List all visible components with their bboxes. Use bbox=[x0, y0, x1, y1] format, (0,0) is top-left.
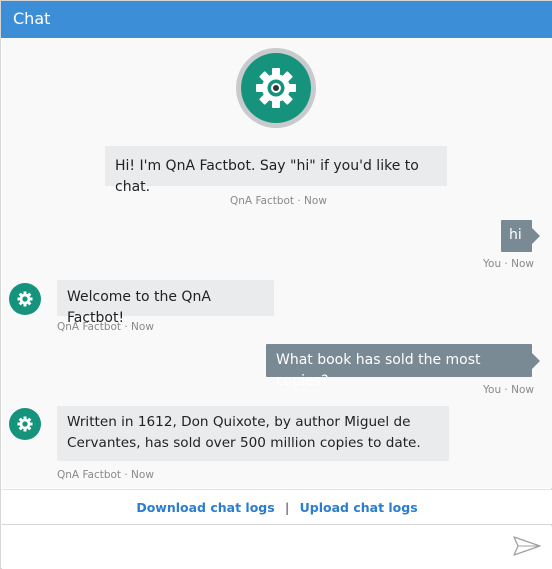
send-icon bbox=[513, 536, 541, 556]
message-text-line: Written in 1612, Don Quixote, by author … bbox=[67, 414, 411, 430]
message-meta: You · Now bbox=[483, 384, 534, 396]
bot-avatar-large bbox=[236, 48, 316, 128]
gear-icon bbox=[17, 291, 33, 307]
message-meta: QnA Factbot · Now bbox=[230, 195, 327, 207]
chat-header: Chat bbox=[1, 1, 552, 38]
message-meta: QnA Factbot · Now bbox=[57, 469, 154, 481]
message-text-line: Cervantes, has sold over 500 million cop… bbox=[67, 435, 421, 451]
message-bot: Welcome to the QnA Factbot! bbox=[57, 280, 274, 326]
upload-chat-logs-link[interactable]: Upload chat logs bbox=[300, 500, 418, 515]
message-bot: Hi! I'm QnA Factbot. Say "hi" if you'd l… bbox=[105, 146, 447, 195]
bot-avatar bbox=[9, 408, 41, 440]
message-meta: QnA Factbot · Now bbox=[57, 321, 154, 333]
download-chat-logs-link[interactable]: Download chat logs bbox=[136, 500, 274, 515]
chat-window: Chat Hi! I'm QnA Factbot. Say "hi" if yo… bbox=[0, 0, 552, 569]
message-meta: You · Now bbox=[483, 258, 534, 270]
message-user: hi bbox=[501, 220, 540, 252]
chat-logs-bar: Download chat logs | Upload chat logs bbox=[2, 489, 552, 525]
send-button[interactable] bbox=[512, 535, 542, 559]
message-input-bar bbox=[2, 526, 552, 569]
message-bot: Written in 1612, Don Quixote, by author … bbox=[57, 406, 449, 461]
message-user: What book has sold the most copies? bbox=[266, 344, 540, 389]
logs-separator: | bbox=[285, 500, 290, 515]
chat-title: Chat bbox=[13, 9, 51, 28]
bot-avatar bbox=[9, 283, 41, 315]
message-text: hi bbox=[509, 227, 522, 243]
gear-icon bbox=[17, 416, 33, 432]
gear-icon bbox=[256, 68, 296, 108]
message-input[interactable] bbox=[10, 532, 490, 562]
